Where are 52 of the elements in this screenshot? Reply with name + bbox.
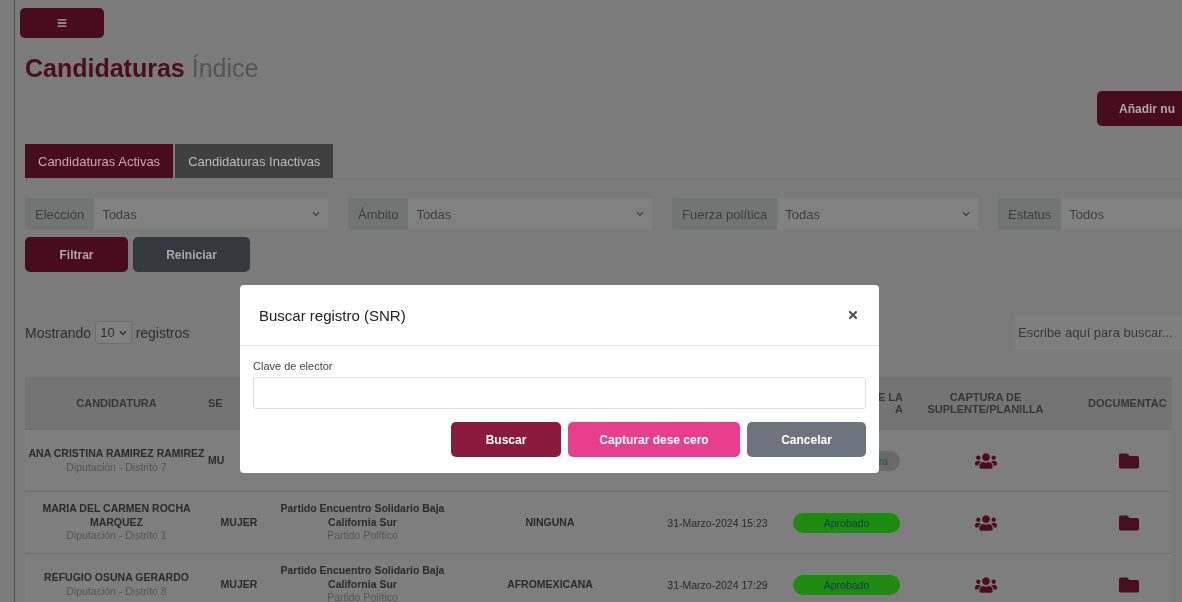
filter-label: Elección <box>25 198 95 230</box>
reset-button[interactable]: Reiniciar <box>133 237 250 272</box>
column-header: SUPLENTE/PLANILLA <box>927 403 1044 415</box>
dialog-title: Buscar registro (SNR) <box>259 306 406 324</box>
page-title: Candidaturas <box>25 54 185 83</box>
party-name: Partido Encuentro Solidario Baja California Sur <box>279 502 446 530</box>
close-button[interactable] <box>847 309 859 321</box>
search-button[interactable]: Buscar <box>451 422 561 457</box>
affirmative-action-text: NINGUNA <box>525 515 575 530</box>
menu-button[interactable] <box>20 8 104 38</box>
column-header: CAPTURA DE <box>949 391 1022 403</box>
column-header: DOCUMENTAC <box>1087 397 1167 409</box>
filter-button[interactable]: Filtrar <box>25 237 128 272</box>
chevron-down-icon <box>636 210 644 218</box>
tab[interactable]: Candidaturas Activas <box>25 144 174 178</box>
tab[interactable]: Candidaturas Inactivas <box>175 144 334 178</box>
filter-label: Fuerza política <box>672 198 778 230</box>
column-header: SE <box>208 397 223 409</box>
filter-select[interactable]: Todas <box>777 198 978 230</box>
column-header: E LA <box>877 391 903 403</box>
sex-text: MUJER <box>220 577 258 592</box>
show-label: Mostrando <box>25 324 92 341</box>
status-badge: Aprobado <box>793 512 900 533</box>
party-name: Partido Encuentro Solidario Baja California Sur <box>279 564 446 592</box>
candidate-name: MARIA DEL CARMEN ROCHA MARQUEZ <box>41 502 192 530</box>
candidate-name: REFUGIO OSUNA GERARDO <box>44 570 189 585</box>
records-label: registros <box>135 324 190 341</box>
add-button[interactable]: Añadir nu <box>1097 91 1182 126</box>
column-header: A <box>895 403 903 415</box>
filter-select[interactable]: Todas <box>94 198 328 230</box>
candidate-name: ANA CRISTINA RAMIREZ RAMIREZ <box>28 446 205 461</box>
sex-text: MUJER <box>220 515 258 530</box>
filter-select[interactable]: Todas <box>408 198 652 230</box>
menu-icon <box>57 18 67 28</box>
column-header: CANDIDATURA <box>76 397 157 409</box>
search-field[interactable]: Escribe aquí para buscar... <box>1013 316 1182 349</box>
field-label: Clave de elector <box>253 360 334 372</box>
date-text: 31-Marzo-2024 15:23 <box>667 516 768 529</box>
page-size-select[interactable]: 10 <box>95 321 132 344</box>
status-badge: Aprobado <box>793 574 900 595</box>
filter-select[interactable]: Todos <box>1061 198 1182 230</box>
chevron-down-icon <box>118 328 127 337</box>
voter-key-field[interactable] <box>253 377 866 409</box>
chevron-down-icon <box>962 210 970 218</box>
chevron-down-icon <box>312 210 320 218</box>
affirmative-action-text: AFROMEXICANA <box>507 577 593 592</box>
date-text: 31-Marzo-2024 17:29 <box>667 578 768 591</box>
capture-button[interactable]: Capturar dese cero <box>568 422 740 457</box>
filter-label: Ámbito <box>348 198 409 230</box>
sex-text: MU <box>208 453 225 468</box>
cancel-button[interactable]: Cancelar <box>747 422 866 457</box>
filter-label: Estatus <box>998 198 1062 230</box>
